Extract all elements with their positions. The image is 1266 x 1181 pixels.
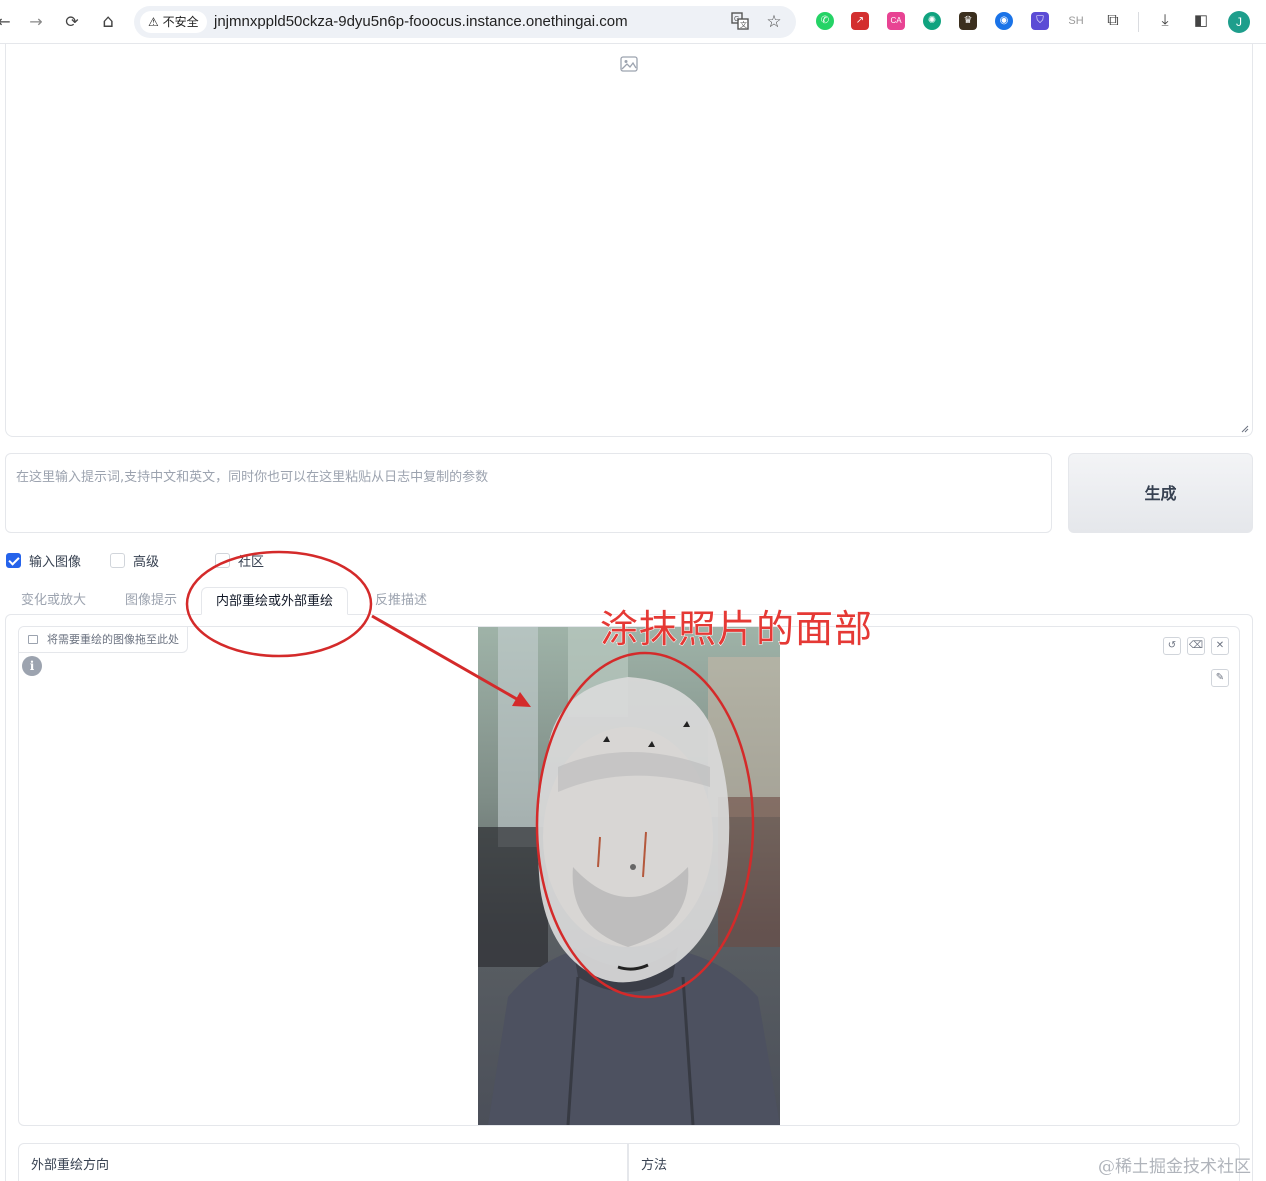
output-gallery (5, 44, 1253, 437)
url-text[interactable]: jnjmnxppld50ckza-9dyu5n6p-fooocus.instan… (214, 6, 628, 38)
avatar[interactable]: J (1228, 11, 1250, 33)
tab-inpaint-outpaint[interactable]: 内部重绘或外部重绘 (201, 587, 349, 615)
svg-text:文: 文 (740, 20, 747, 29)
back-icon[interactable]: ← (0, 10, 16, 34)
tab-image-prompt[interactable]: 图像提示 (125, 592, 177, 618)
forward-icon[interactable]: → (24, 10, 48, 34)
shield-icon[interactable]: ⛉ (1031, 12, 1049, 30)
brush-icon[interactable]: ✎ (1211, 669, 1229, 687)
close-icon[interactable]: ✕ (1211, 637, 1229, 655)
translate-icon[interactable]: G文 (730, 12, 750, 32)
uploaded-photo[interactable] (478, 627, 780, 1125)
puzzle-icon[interactable]: ⧉ (1104, 12, 1122, 30)
input-image-label: 输入图像 (29, 554, 82, 570)
advanced-label: 高级 (133, 554, 160, 570)
toolbar-divider (1138, 12, 1139, 32)
svg-text:G: G (734, 16, 739, 23)
watermark: @稀土掘金技术社区 (1098, 1157, 1251, 1177)
image-drop-label: 将需要重绘的图像拖至此处 (19, 627, 188, 653)
advanced-checkbox[interactable]: 高级 (110, 551, 160, 570)
method-label: 方法 (641, 1158, 668, 1173)
warning-icon: ⚠ (148, 15, 159, 29)
bookmark-star-icon[interactable]: ☆ (764, 12, 784, 32)
side-panel-icon[interactable]: ◧ (1192, 12, 1210, 30)
eraser-icon[interactable]: ⌫ (1187, 637, 1205, 655)
browser-toolbar: ← → ⟳ ⌂ ⚠ 不安全 jnjmnxppld50ckza-9dyu5n6p-… (0, 0, 1266, 44)
whatsapp-icon[interactable]: ✆ (816, 12, 834, 30)
sh-extension-icon[interactable]: SH (1067, 12, 1085, 30)
info-icon[interactable]: i (22, 656, 42, 676)
drop-label-text: 将需要重绘的图像拖至此处 (47, 633, 179, 646)
chatgpt-icon[interactable]: ✺ (923, 12, 941, 30)
extension-icon[interactable]: ♛ (959, 12, 977, 30)
community-checkbox[interactable]: 社区 (215, 551, 265, 570)
outpaint-direction-field[interactable]: 外部重绘方向 (18, 1143, 628, 1181)
home-icon[interactable]: ⌂ (96, 10, 120, 34)
security-label: 不安全 (162, 15, 199, 29)
checkbox-icon (215, 552, 230, 568)
input-image-checkbox[interactable]: 输入图像 (6, 551, 82, 570)
checkbox-checked-icon (6, 552, 21, 568)
reload-icon[interactable]: ⟳ (60, 10, 84, 34)
inpaint-image-editor[interactable]: 将需要重绘的图像拖至此处 i ↺ ⌫ ✕ ✎ (18, 626, 1240, 1126)
annotation-text: 涂抹照片的面部 (599, 607, 874, 652)
outpaint-direction-label: 外部重绘方向 (31, 1158, 110, 1173)
image-placeholder-icon (620, 56, 638, 72)
download-icon[interactable]: ⤓ (1156, 12, 1174, 30)
community-label: 社区 (238, 554, 265, 570)
address-bar[interactable]: ⚠ 不安全 jnjmnxppld50ckza-9dyu5n6p-fooocus.… (134, 6, 796, 38)
globe-icon[interactable]: ◉ (995, 12, 1013, 30)
pdf-icon[interactable]: ↗ (851, 12, 869, 30)
tab-describe[interactable]: 反推描述 (375, 592, 427, 618)
image-icon (28, 635, 38, 644)
undo-icon[interactable]: ↺ (1163, 637, 1181, 655)
resize-handle-icon[interactable] (1241, 425, 1249, 433)
translate-ca-icon[interactable]: CA (887, 12, 905, 30)
prompt-input[interactable]: 在这里输入提示词,支持中文和英文，同时你也可以在这里粘贴从日志中复制的参数 (5, 453, 1052, 533)
security-indicator[interactable]: ⚠ 不安全 (140, 11, 207, 33)
checkbox-icon (110, 552, 125, 568)
tab-vary-upscale[interactable]: 变化或放大 (21, 592, 86, 618)
generate-button[interactable]: 生成 (1068, 453, 1253, 533)
